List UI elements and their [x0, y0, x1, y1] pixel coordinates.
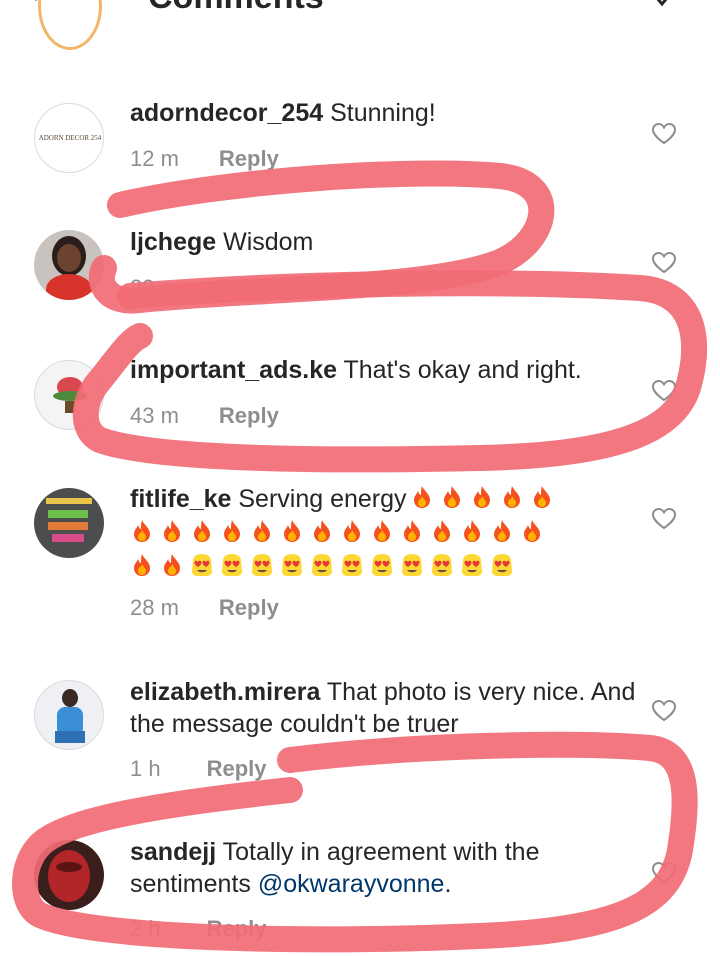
heart-icon[interactable]	[652, 252, 676, 274]
comment-body: Wisdom	[216, 228, 314, 256]
fire-emoji-icon	[404, 520, 420, 542]
reply-button[interactable]: Reply	[219, 146, 279, 171]
heart-eyes-emoji-icon	[342, 554, 362, 576]
fire-emoji-icon	[164, 554, 180, 576]
fire-emoji-icon	[503, 486, 520, 508]
comment-time: 2 h	[130, 916, 161, 941]
fire-emoji-icon	[134, 554, 150, 576]
comment-username[interactable]: ljchege	[130, 228, 216, 256]
heart-eyes-emoji-icon	[462, 554, 482, 576]
comment-text: ljchege Wisdom	[130, 226, 640, 258]
fire-emoji-icon	[134, 520, 150, 542]
fire-emoji-icon	[434, 520, 450, 542]
avatar[interactable]: ADORN DECOR 254	[34, 103, 104, 173]
fire-emoji-icon	[194, 520, 210, 542]
previous-comment-avatar[interactable]	[36, 0, 104, 52]
chevron-down-icon[interactable]	[650, 0, 674, 8]
comment-time: 1 h	[130, 756, 161, 781]
fire-emoji-icon	[374, 520, 390, 542]
reply-button[interactable]: Reply	[207, 756, 267, 781]
comment-username[interactable]: important_ads.ke	[130, 356, 337, 384]
comment-meta: 12 m Reply	[130, 146, 279, 172]
heart-icon[interactable]	[652, 862, 676, 884]
fire-emoji-icon	[224, 520, 240, 542]
fire-emoji-icon	[443, 486, 460, 508]
comment-body: That's okay and right.	[337, 356, 582, 384]
comment-text: sandejj Totally in agreement with the se…	[130, 836, 640, 900]
page-title: Comments	[148, 0, 324, 17]
fire-emoji-icon	[314, 520, 330, 542]
reply-button[interactable]: Reply	[207, 916, 267, 941]
comment-username[interactable]: fitlife_ke	[130, 485, 231, 513]
comment-meta: 2 h Reply	[130, 916, 267, 942]
comment-body: Serving energy	[231, 485, 407, 513]
avatar-logo-text: ADORN DECOR 254	[38, 134, 102, 142]
fire-emoji-icon	[473, 486, 490, 508]
fire-emoji-icon	[524, 520, 540, 542]
heart-eyes-emoji-icon	[492, 554, 512, 576]
comment-text: elizabeth.mirera That photo is very nice…	[130, 676, 640, 740]
fire-emoji-icon	[164, 520, 180, 542]
comment-time: 28 m	[130, 595, 179, 620]
heart-eyes-emoji-icon	[312, 554, 332, 576]
heart-icon[interactable]	[652, 380, 676, 402]
mention-link[interactable]: @okwarayvonne	[258, 870, 445, 898]
fire-emoji-icon	[284, 520, 300, 542]
fire-emoji-icon	[344, 520, 360, 542]
heart-icon[interactable]	[652, 700, 676, 722]
comment-meta: 1 h Reply	[130, 756, 267, 782]
marker-annotation-overlay	[12, 160, 708, 953]
heart-eyes-emoji-icon	[252, 554, 272, 576]
comment-body: Stunning!	[323, 99, 436, 127]
fire-emoji-icon	[413, 486, 430, 508]
comment-meta: 29 m Reply	[130, 275, 279, 301]
fire-emoji-icon	[533, 486, 550, 508]
comment-username[interactable]: elizabeth.mirera	[130, 678, 320, 706]
comment-time: 43 m	[130, 403, 179, 428]
comment-username[interactable]: sandejj	[130, 838, 216, 866]
avatar[interactable]	[34, 840, 104, 910]
heart-eyes-emoji-icon	[282, 554, 302, 576]
comment-text: fitlife_ke Serving energy	[130, 482, 640, 584]
heart-eyes-emoji-icon	[432, 554, 452, 576]
reply-button[interactable]: Reply	[219, 403, 279, 428]
avatar[interactable]	[34, 360, 104, 430]
reply-button[interactable]: Reply	[219, 595, 279, 620]
comment-text: adorndecor_254 Stunning!	[130, 97, 640, 129]
fire-emoji-icon	[494, 520, 510, 542]
fire-emoji-icon	[464, 520, 480, 542]
avatar[interactable]	[34, 680, 104, 750]
avatar[interactable]	[34, 488, 104, 558]
comment-meta: 28 m Reply	[130, 595, 279, 621]
comment-meta: 43 m Reply	[130, 403, 279, 429]
fire-emoji-icon	[254, 520, 270, 542]
heart-eyes-emoji-icon	[372, 554, 392, 576]
heart-icon[interactable]	[652, 508, 676, 530]
comment-time: 12 m	[130, 146, 179, 171]
heart-eyes-emoji-icon	[402, 554, 422, 576]
comment-username[interactable]: adorndecor_254	[130, 99, 323, 127]
heart-eyes-emoji-icon	[192, 554, 212, 576]
heart-icon[interactable]	[652, 123, 676, 145]
avatar[interactable]	[34, 230, 104, 300]
header: Comments	[0, 0, 720, 40]
comment-text: important_ads.ke That's okay and right.	[130, 354, 640, 386]
comment-body-end: .	[444, 870, 452, 898]
comment-time: 29 m	[130, 275, 179, 300]
heart-eyes-emoji-icon	[222, 554, 242, 576]
reply-button[interactable]: Reply	[219, 275, 279, 300]
